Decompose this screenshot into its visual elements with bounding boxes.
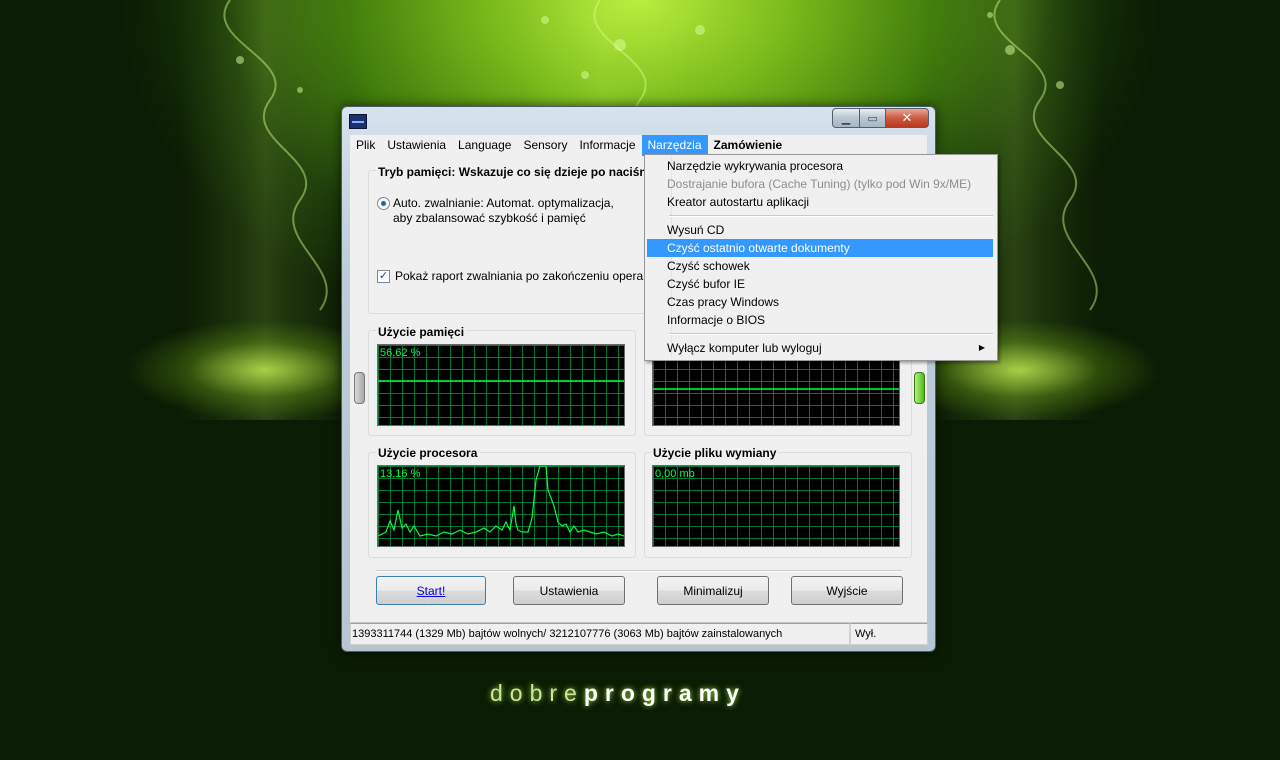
- memory-mode-title: Tryb pamięci: Wskazuje co się dzieje po …: [376, 165, 653, 179]
- submenu-arrow-icon: ▶: [978, 343, 985, 352]
- auto-release-radio[interactable]: [377, 197, 390, 210]
- swap-usage-value: 0,00 mb: [655, 468, 695, 480]
- menu-plik[interactable]: Plik: [350, 135, 381, 156]
- memory-status-text: 1393311744 (1329 Mb) bajtów wolnych/ 321…: [350, 623, 850, 645]
- memory-mode-group: [368, 170, 670, 314]
- show-report-label[interactable]: Pokaż raport zwalniania po zakończeniu o…: [395, 269, 643, 283]
- minimize-window-button[interactable]: ▁: [832, 108, 860, 128]
- menu-item-bios-info[interactable]: Informacje o BIOS: [647, 311, 993, 329]
- menu-zamowienie[interactable]: Zamówienie: [708, 135, 789, 156]
- menu-item-eject-cd[interactable]: Wysuń CD: [647, 221, 993, 239]
- swap-usage-graph: 0,00 mb: [652, 465, 900, 547]
- swap-usage-title: Użycie pliku wymiany: [651, 446, 779, 460]
- menu-separator: [669, 215, 993, 217]
- menu-item-autostart-wizard[interactable]: Kreator autostartu aplikacji: [647, 193, 993, 211]
- menu-sensory[interactable]: Sensory: [517, 135, 573, 156]
- menu-item-windows-uptime[interactable]: Czas pracy Windows: [647, 293, 993, 311]
- menu-item-clear-recent-docs[interactable]: Czyść ostatnio otwarte dokumenty: [647, 239, 993, 257]
- auto-release-label-line1: Auto. zwalnianie: Automat. optymalizacja…: [393, 196, 614, 210]
- minimize-button[interactable]: Minimalizuj: [657, 576, 769, 605]
- app-monitor-icon[interactable]: [349, 114, 367, 129]
- start-button[interactable]: Start!: [376, 576, 486, 605]
- status-state: Wył.: [850, 623, 928, 645]
- menu-item-cache-tuning: Dostrajanie bufora (Cache Tuning) (tylko…: [667, 177, 972, 191]
- menu-bar: Plik Ustawienia Language Sensory Informa…: [350, 135, 927, 156]
- close-window-button[interactable]: ✕: [886, 108, 929, 128]
- memory-usage-title: Użycie pamięci: [376, 325, 467, 339]
- menu-item-shutdown-logoff[interactable]: Wyłącz komputer lub wyloguj ▶: [647, 339, 993, 357]
- button-separator: [376, 570, 902, 572]
- scroll-left-arrow[interactable]: [354, 372, 365, 404]
- exit-button[interactable]: Wyjście: [791, 576, 903, 605]
- show-report-checkbox[interactable]: ✓: [377, 270, 390, 283]
- menu-separator: [669, 333, 993, 335]
- memory-usage-graph: 56,62 %: [377, 344, 625, 426]
- menu-narzedzia[interactable]: Narzędzia: [641, 135, 708, 156]
- window-controls: ▁ ▭ ✕: [832, 108, 929, 128]
- scroll-right-arrow[interactable]: [914, 372, 925, 404]
- dobreprogramy-logo: dobreprogramy: [490, 680, 746, 706]
- auto-release-label-line2: aby zbalansować szybkość i pamięć: [393, 211, 586, 225]
- cpu-usage-graph: 13,16 %: [377, 465, 625, 547]
- menu-item-clear-ie-cache[interactable]: Czyść bufor IE: [647, 275, 993, 293]
- maximize-window-button[interactable]: ▭: [860, 108, 886, 128]
- menu-language[interactable]: Language: [452, 135, 517, 156]
- menu-informacje[interactable]: Informacje: [573, 135, 641, 156]
- settings-button[interactable]: Ustawienia: [513, 576, 625, 605]
- menu-item-clear-clipboard[interactable]: Czyść schowek: [647, 257, 993, 275]
- status-bar: 1393311744 (1329 Mb) bajtów wolnych/ 321…: [350, 622, 928, 645]
- menu-ustawienia[interactable]: Ustawienia: [381, 135, 452, 156]
- menu-item-cpu-detect[interactable]: Narzędzie wykrywania procesora: [647, 157, 993, 175]
- cpu-usage-title: Użycie procesora: [376, 446, 480, 460]
- memory-usage-value: 56,62 %: [380, 347, 421, 359]
- cpu-usage-value: 13,16 %: [380, 468, 421, 480]
- narzedzia-dropdown: Narzędzie wykrywania procesora Dostrajan…: [644, 154, 998, 361]
